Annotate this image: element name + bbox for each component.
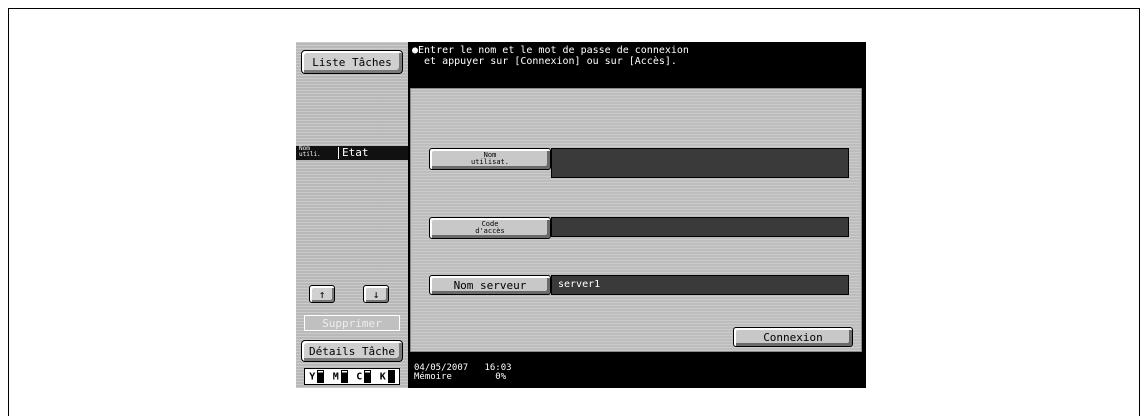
job-list-header: Nom utili. Etat: [296, 146, 408, 160]
liste-taches-button[interactable]: Liste Tâches: [301, 50, 403, 74]
nom-utilisateur-button[interactable]: Nom utilisat.: [429, 148, 551, 170]
instruction-message: ●Entrer le nom et le mot de passe de con…: [412, 45, 866, 85]
details-tache-button[interactable]: Détails Tâche: [301, 340, 403, 362]
footer-memoire-value: 0%: [495, 372, 507, 382]
col-etat: Etat: [342, 146, 369, 159]
col-nom-utili: Nom utili.: [299, 145, 321, 158]
toner-m: M: [333, 370, 348, 383]
left-panel: Liste Tâches Nom utili. Etat ↑ ↓ Supprim…: [296, 42, 408, 388]
status-footer: 04/05/2007 16:03 Mémoire 0%: [414, 364, 512, 382]
col-separator: [338, 147, 339, 159]
scroll-down-button[interactable]: ↓: [363, 285, 389, 303]
nom-serveur-button[interactable]: Nom serveur: [429, 275, 551, 295]
code-acces-field[interactable]: [551, 217, 849, 237]
nom-utilisateur-field[interactable]: [551, 148, 849, 178]
nom-serveur-field[interactable]: server1: [551, 275, 849, 295]
message-line-1: ●Entrer le nom et le mot de passe de con…: [412, 45, 689, 56]
device-screen: Liste Tâches Nom utili. Etat ↑ ↓ Supprim…: [296, 42, 866, 388]
toner-c: C: [356, 370, 372, 383]
supprimer-button[interactable]: Supprimer: [304, 315, 400, 331]
connexion-button[interactable]: Connexion: [733, 327, 853, 347]
footer-memoire-label: Mémoire: [414, 372, 452, 382]
scroll-up-button[interactable]: ↑: [309, 285, 335, 303]
toner-levels: Y M C K: [304, 368, 400, 385]
code-acces-button[interactable]: Code d'accès: [429, 217, 551, 239]
toner-y: Y: [309, 370, 325, 383]
login-panel: Nom utilisat. Code d'accès Nom serveur s…: [410, 88, 862, 352]
toner-k: K: [380, 370, 395, 383]
message-line-2: et appuyer sur [Connexion] ou sur [Accès…: [412, 56, 677, 67]
